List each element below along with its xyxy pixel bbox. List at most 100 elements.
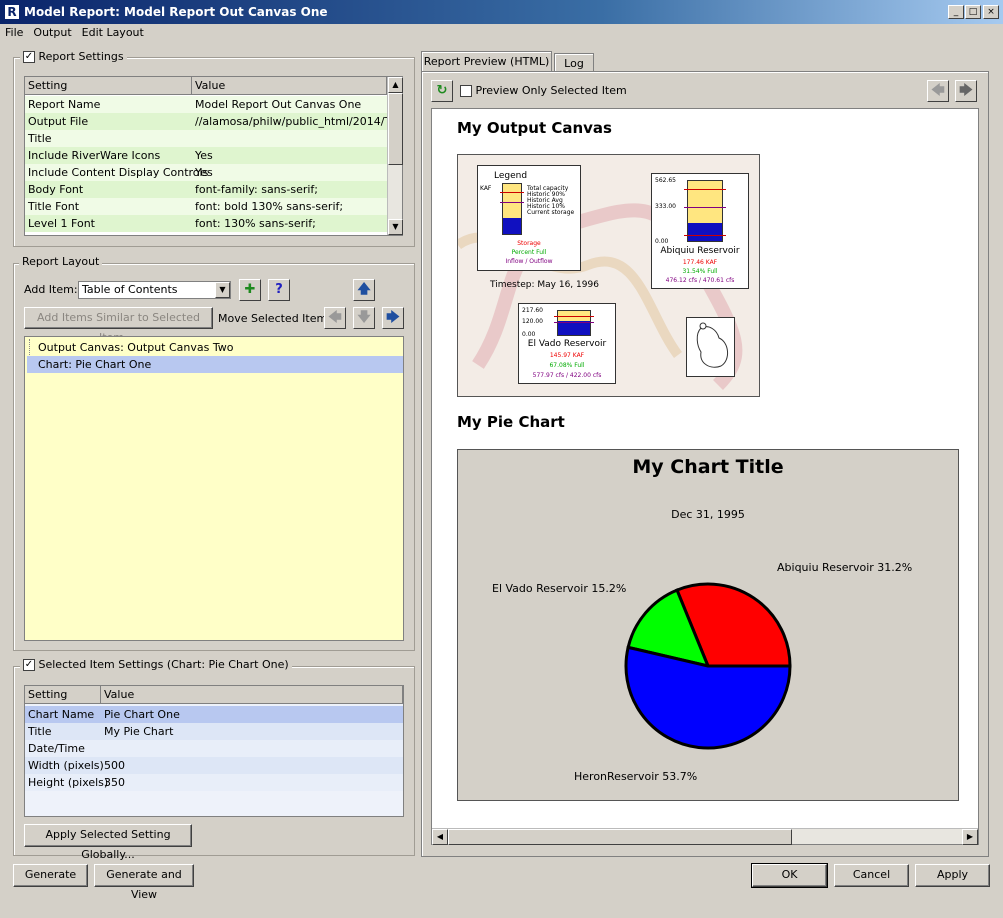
move-left-icon[interactable]: 🡄 bbox=[324, 307, 346, 329]
pie-svg bbox=[624, 582, 792, 750]
menu-edit-layout[interactable]: Edit Layout bbox=[77, 24, 149, 41]
setting-value[interactable]: font: bold 130% sans-serif; bbox=[195, 198, 343, 215]
report-settings-header: ✓ Report Settings bbox=[20, 50, 127, 64]
abiquiu-box: 562.65 333.00 0.00 Abiquiu Reservoir 177… bbox=[651, 173, 749, 289]
preview-only-option[interactable]: Preview Only Selected Item bbox=[460, 84, 627, 98]
menu-output[interactable]: Output bbox=[28, 24, 76, 41]
report-layout-header: Report Layout bbox=[19, 255, 103, 269]
tab-log[interactable]: Log bbox=[554, 53, 594, 72]
timestep-label: Timestep: May 16, 1996 bbox=[490, 280, 599, 290]
apply-globally-button[interactable]: Apply Selected Setting Globally... bbox=[24, 824, 192, 861]
scroll-thumb[interactable] bbox=[448, 829, 792, 845]
table-row[interactable]: Height (pixels) 350 bbox=[25, 774, 403, 791]
legend-storage-fill bbox=[503, 218, 521, 234]
output-canvas-image: Legend KAF Total capacity Historic 90% H… bbox=[457, 154, 760, 397]
close-icon[interactable]: × bbox=[983, 5, 999, 19]
add-item-value: Table of Contents bbox=[82, 283, 178, 296]
tree-item-selected[interactable]: Chart: Pie Chart One bbox=[27, 356, 403, 373]
col-value[interactable]: Value bbox=[192, 77, 387, 95]
table-row[interactable]: Width (pixels) 500 bbox=[25, 757, 403, 774]
horizontal-scrollbar[interactable]: ◀ ▶ bbox=[432, 828, 978, 845]
add-item-label: Add Item: bbox=[24, 283, 78, 296]
abiquiu-mid-value: 333.00 bbox=[655, 203, 676, 210]
legend-items: Total capacity Historic 90% Historic Avg… bbox=[527, 186, 574, 216]
elvado-top-value: 217.60 bbox=[522, 307, 543, 314]
ok-button[interactable]: OK bbox=[751, 863, 828, 888]
chevron-down-icon[interactable]: ▼ bbox=[215, 282, 230, 298]
abiquiu-name: Abiquiu Reservoir bbox=[660, 246, 740, 256]
move-up-icon[interactable]: 🡅 bbox=[353, 279, 375, 301]
scroll-thumb[interactable] bbox=[388, 93, 403, 165]
col-value[interactable]: Value bbox=[101, 686, 403, 704]
report-settings-checkbox[interactable]: ✓ bbox=[23, 51, 35, 63]
maximize-icon[interactable]: □ bbox=[965, 5, 981, 19]
table-row[interactable]: Body Font font-family: sans-serif; bbox=[25, 181, 387, 198]
setting-value[interactable]: My Pie Chart bbox=[104, 723, 173, 740]
abiquiu-gauge bbox=[684, 180, 726, 242]
setting-value[interactable]: 500 bbox=[104, 757, 125, 774]
setting-value[interactable]: font-family: sans-serif; bbox=[195, 181, 318, 198]
legend-storage: Storage bbox=[517, 240, 541, 247]
legend-percent: Percent Full bbox=[511, 249, 547, 256]
generate-button[interactable]: Generate bbox=[13, 864, 88, 887]
generate-view-button[interactable]: Generate and View bbox=[94, 864, 194, 901]
setting-value[interactable]: Model Report Out Canvas One bbox=[195, 96, 361, 113]
scroll-down-icon[interactable]: ▼ bbox=[388, 219, 403, 235]
window-title: Model Report: Model Report Out Canvas On… bbox=[0, 0, 1003, 24]
add-item-select[interactable]: Table of Contents ▼ bbox=[78, 281, 231, 299]
add-item-button[interactable]: ✚ bbox=[239, 279, 261, 301]
table-row[interactable]: Include Content Display Controls Yes bbox=[25, 164, 387, 181]
table-row[interactable]: Title Font font: bold 130% sans-serif; bbox=[25, 198, 387, 215]
move-right-icon[interactable]: 🡆 bbox=[382, 307, 404, 329]
legend-title: Legend bbox=[494, 171, 528, 181]
refresh-icon[interactable]: ↻ bbox=[431, 80, 453, 102]
setting-value[interactable]: Pie Chart One bbox=[104, 706, 180, 723]
cancel-button[interactable]: Cancel bbox=[834, 864, 909, 887]
scrollbar[interactable]: ▲ ▼ bbox=[387, 77, 403, 235]
setting-value[interactable]: Yes bbox=[195, 147, 213, 164]
col-setting[interactable]: Setting bbox=[25, 77, 192, 95]
setting-name: Output File bbox=[28, 115, 89, 128]
table-row[interactable]: Title bbox=[25, 130, 387, 147]
minimize-icon[interactable]: _ bbox=[948, 5, 964, 19]
forward-icon[interactable]: 🡆 bbox=[955, 80, 977, 102]
abiquiu-line bbox=[684, 235, 726, 236]
menu-file[interactable]: File bbox=[0, 24, 28, 41]
legend-flow: Inflow / Outflow bbox=[505, 258, 553, 265]
abiquiu-line bbox=[684, 189, 726, 190]
apply-button[interactable]: Apply bbox=[915, 864, 990, 887]
setting-value[interactable]: font: 130% sans-serif; bbox=[195, 215, 316, 232]
table-row[interactable]: Report Name Model Report Out Canvas One bbox=[25, 96, 387, 113]
abiquiu-bottom-value: 0.00 bbox=[655, 238, 669, 245]
legend-line bbox=[500, 202, 524, 203]
table-row[interactable]: Include RiverWare Icons Yes bbox=[25, 147, 387, 164]
legend-line bbox=[500, 192, 524, 193]
table-row[interactable]: Title My Pie Chart bbox=[25, 723, 403, 740]
col-setting[interactable]: Setting bbox=[25, 686, 101, 704]
add-similar-button[interactable]: Add Items Similar to Selected Item ... bbox=[24, 307, 213, 344]
scroll-right-icon[interactable]: ▶ bbox=[962, 829, 978, 845]
scroll-up-icon[interactable]: ▲ bbox=[388, 77, 403, 93]
table-row[interactable]: Chart Name Pie Chart One bbox=[25, 706, 403, 723]
tree-item[interactable]: Output Canvas: Output Canvas Two bbox=[27, 339, 403, 356]
preview-only-checkbox[interactable] bbox=[460, 85, 472, 97]
selected-settings-checkbox[interactable]: ✓ bbox=[23, 659, 35, 671]
setting-value[interactable]: 350 bbox=[104, 774, 125, 791]
setting-value[interactable]: Yes bbox=[195, 164, 213, 181]
setting-value[interactable]: //alamosa/philw/public_html/2014/Te... bbox=[195, 113, 387, 130]
tab-report-preview[interactable]: Report Preview (HTML) bbox=[421, 51, 552, 72]
table-row[interactable]: Level 1 Font font: 130% sans-serif; bbox=[25, 215, 387, 232]
back-icon[interactable]: 🡄 bbox=[927, 80, 949, 102]
elvado-line bbox=[554, 316, 594, 317]
setting-name: Title bbox=[28, 725, 52, 738]
scroll-left-icon[interactable]: ◀ bbox=[432, 829, 448, 845]
abiquiu-flow: 476.12 cfs / 470.61 cfs bbox=[665, 277, 735, 284]
help-icon[interactable]: ? bbox=[268, 279, 290, 301]
setting-name: Include RiverWare Icons bbox=[28, 149, 161, 162]
setting-name: Date/Time bbox=[28, 742, 85, 755]
table-row[interactable]: Output File //alamosa/philw/public_html/2… bbox=[25, 113, 387, 130]
table-row[interactable]: Date/Time bbox=[25, 740, 403, 757]
elvado-storage: 145.97 KAF bbox=[549, 352, 585, 359]
move-down-icon[interactable]: 🡇 bbox=[353, 307, 375, 329]
setting-name: Title Font bbox=[28, 200, 80, 213]
